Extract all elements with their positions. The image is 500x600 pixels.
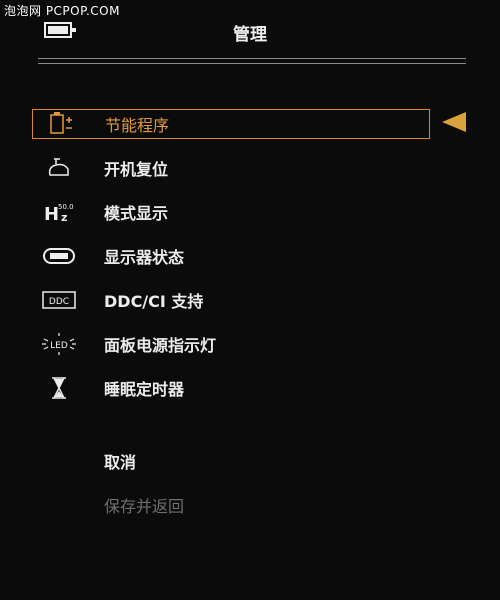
menu-item-label: DDC/CI 支持 xyxy=(104,292,204,311)
power-saving-icon xyxy=(43,111,77,137)
selection-pointer-icon xyxy=(442,112,466,132)
menu-item-label: 开机复位 xyxy=(104,160,169,179)
title-divider xyxy=(38,58,466,64)
power-on-reset-icon xyxy=(42,155,76,181)
menu-item-panel-led[interactable]: LED 面板电源指示灯 xyxy=(32,329,430,359)
cancel-button[interactable]: 取消 xyxy=(104,449,136,473)
page-title: 管理 xyxy=(233,25,267,45)
watermark: 泡泡网 PCPOP.COM xyxy=(4,4,120,18)
led-icon-text: LED xyxy=(50,341,68,351)
ddc-icon-text: DDC xyxy=(49,297,69,307)
menu-item-label: 面板电源指示灯 xyxy=(104,336,217,355)
svg-text:H: H xyxy=(44,204,59,225)
monitor-status-icon xyxy=(42,243,76,269)
menu-item-mode-display[interactable]: H 50.0 z 模式显示 xyxy=(32,197,430,227)
mode-icon-text: 50.0 xyxy=(58,203,74,211)
menu-item-label: 显示器状态 xyxy=(104,248,185,267)
save-and-return-button[interactable]: 保存并返回 xyxy=(104,493,184,517)
ddc-icon: DDC xyxy=(42,287,76,313)
hourglass-icon xyxy=(42,375,76,401)
menu-item-power-saving[interactable]: 节能程序 xyxy=(32,109,430,139)
menu-item-label: 节能程序 xyxy=(105,116,170,135)
menu-item-sleep-timer[interactable]: 睡眠定时器 xyxy=(32,373,430,403)
mode-display-icon: H 50.0 z xyxy=(42,199,76,225)
led-icon: LED xyxy=(42,331,76,357)
svg-text:z: z xyxy=(61,211,67,224)
menu-item-ddc-ci[interactable]: DDC DDC/CI 支持 xyxy=(32,285,430,315)
menu-item-label: 模式显示 xyxy=(104,204,169,223)
menu-item-label: 睡眠定时器 xyxy=(104,380,185,399)
menu-item-power-on-reset[interactable]: 开机复位 xyxy=(32,153,430,183)
menu-item-monitor-status[interactable]: 显示器状态 xyxy=(32,241,430,271)
